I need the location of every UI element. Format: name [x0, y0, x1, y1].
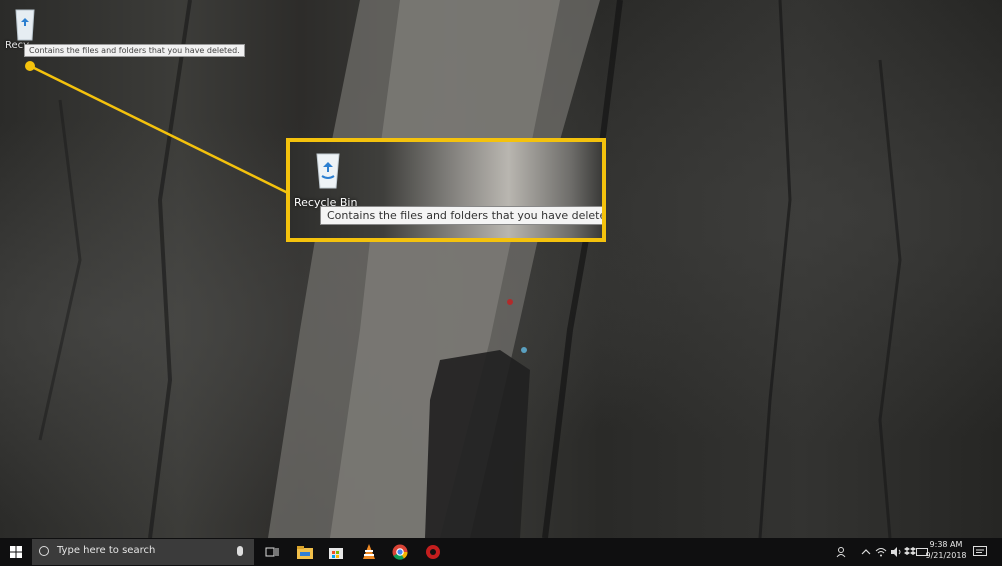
chrome-icon[interactable]	[390, 542, 410, 562]
vlc-icon[interactable]	[359, 542, 379, 562]
search-input[interactable]: Type here to search	[32, 539, 254, 565]
recycle-bin-tooltip: Contains the files and folders that you …	[320, 206, 602, 225]
windows-logo-icon	[10, 546, 22, 558]
taskbar: Type here to search 9:38 AM 9/21/2018	[0, 538, 1002, 566]
recycle-bin-callout-icon	[308, 148, 348, 192]
search-placeholder: Type here to search	[57, 545, 156, 556]
task-view-icon[interactable]	[262, 542, 282, 562]
file-explorer-icon[interactable]	[295, 542, 315, 562]
microphone-icon[interactable]	[237, 546, 243, 556]
cortana-icon	[39, 546, 49, 556]
start-button[interactable]	[0, 538, 32, 566]
callout-leader-line	[29, 64, 291, 196]
clock-time[interactable]: 9:38 AM	[926, 540, 966, 549]
recycle-bin-icon	[316, 153, 340, 189]
clock-date[interactable]: 9/21/2018	[924, 551, 968, 560]
action-center-icon[interactable]	[970, 542, 990, 562]
red-app-icon[interactable]	[423, 542, 443, 562]
callout-anchor-dot	[25, 61, 35, 71]
zoom-callout: Recycle Bin Contains the files and folde…	[286, 138, 606, 242]
people-icon[interactable]	[832, 542, 852, 562]
store-icon[interactable]	[326, 542, 346, 562]
